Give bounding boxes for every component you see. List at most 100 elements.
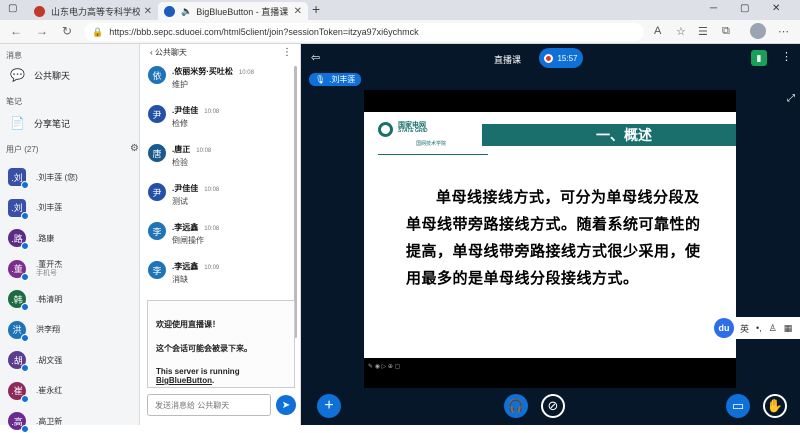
user-list-item[interactable]: .韩 .韩清明 <box>8 288 136 311</box>
forward-icon[interactable]: → <box>36 24 48 38</box>
url-bar[interactable]: 🔒 https://bbb.sepc.sduoei.com/html5clien… <box>84 23 644 41</box>
read-aloud-icon[interactable]: A <box>654 25 661 37</box>
user-list-item[interactable]: .高 .高卫新 <box>8 410 136 433</box>
browser-titlebar: ▢ 山东电力高等专科学校 ✕ 🔈 BigBlueButton - 直播课 - D… <box>0 0 800 20</box>
bbb-favicon-icon <box>164 5 175 17</box>
logo-en: STATE GRID <box>398 128 428 134</box>
user-name: .高卫新 <box>36 417 62 426</box>
user-list-item[interactable]: 洪洪李翔 <box>8 319 136 342</box>
back-icon[interactable]: ← <box>10 24 22 38</box>
raise-hand-button[interactable]: ✋ <box>763 394 787 418</box>
message-time: 10:09 <box>204 265 220 271</box>
welcome-message: 欢迎使用直播课！ 这个会话可能会被录下来。 This server is run… <box>147 300 295 388</box>
chat-message-input[interactable] <box>147 394 271 416</box>
session-options-icon[interactable]: ⋮ <box>781 50 792 63</box>
profile-avatar[interactable] <box>750 23 766 39</box>
speaker-icon[interactable]: 🔈 <box>181 6 192 17</box>
user-settings-gear-icon[interactable]: ⚙ <box>130 143 139 154</box>
shared-notes-item[interactable]: 📄 分享笔记 <box>10 116 70 130</box>
address-toolbar: ← → ↻ 🔒 https://bbb.sepc.sduoei.com/html… <box>0 20 800 44</box>
chat-message: 尹 .尹佳佳 10:08 测试 <box>148 183 290 217</box>
browser-menu-icon[interactable]: ⋯ <box>778 25 789 38</box>
user-name-text: .高卫新 <box>36 416 63 426</box>
tab-bigbluebutton[interactable]: 🔈 BigBlueButton - 直播课 - Dire ✕ <box>158 2 308 20</box>
user-avatar: .董 <box>8 259 29 281</box>
chat-avatar: 李 <box>148 222 166 240</box>
ime-user-icon[interactable]: ♙ <box>769 323 777 334</box>
welcome-line: 欢迎使用直播课！ <box>156 320 220 329</box>
ime-toolbar[interactable]: du 英 •, ♙ ▦ <box>714 317 800 339</box>
user-name: .崔永红 <box>36 386 62 395</box>
favorites-list-icon[interactable]: ☰ <box>698 25 708 38</box>
chat-scrollbar[interactable] <box>294 66 297 338</box>
chat-message: 依 .依丽米努·买吐松 10:08 维护 <box>148 66 290 100</box>
message-text: 倒闸操作 <box>172 236 204 245</box>
room-title: 直播课 <box>494 55 522 65</box>
ime-language[interactable]: 英 <box>740 322 749 335</box>
chat-message: 唐 .唐正 10:08 检验 <box>148 144 290 178</box>
school-favicon-icon <box>34 5 45 17</box>
user-list-item[interactable]: .崔 .崔永红 <box>8 380 136 403</box>
send-message-button[interactable]: ➤ <box>276 395 296 415</box>
close-tab-icon[interactable]: ✕ <box>144 6 152 17</box>
tab-actions-icon[interactable]: ▢ <box>8 3 17 14</box>
baidu-ime-logo[interactable]: du <box>714 318 734 338</box>
recording-indicator[interactable]: 15:57 <box>539 48 583 68</box>
microphone-icon: 🎙 <box>315 75 326 84</box>
close-tab-icon[interactable]: ✕ <box>294 6 302 17</box>
refresh-icon[interactable]: ↻ <box>62 24 72 38</box>
public-chat-item[interactable]: 💬 公共聊天 <box>10 68 70 82</box>
user-avatar: .刘 <box>8 168 29 189</box>
tab-school[interactable]: 山东电力高等专科学校 ✕ <box>28 2 158 20</box>
fullscreen-icon[interactable]: ⤢ <box>787 93 795 104</box>
chat-avatar: 唐 <box>148 144 166 162</box>
user-name-text: .刘丰莲 <box>36 203 63 212</box>
user-avatar: .路 <box>8 229 29 250</box>
bigbluebutton-link[interactable]: BigBlueButton <box>156 376 212 385</box>
message-time: 10:08 <box>238 70 254 76</box>
chat-options-icon[interactable]: ⋮ <box>282 47 292 58</box>
slide-tools-icon[interactable]: ✎ ◉ ▷ ⊕ ▢ <box>368 363 400 370</box>
message-text: 测试 <box>172 197 188 206</box>
chat-sender: .尹佳佳 10:08 <box>172 183 219 194</box>
chat-sender: .唐正 10:08 <box>172 144 211 155</box>
user-name-text: .崔永红 <box>36 386 63 395</box>
chat-message: 李 .李远鑫 10:08 倒闸操作 <box>148 222 290 256</box>
presence-dot-icon <box>21 242 29 250</box>
collections-icon[interactable]: ⧉ <box>722 25 730 38</box>
actions-add-button[interactable]: + <box>317 394 341 418</box>
chat-header[interactable]: ‹ 公共聊天 <box>150 47 187 58</box>
minimize-icon[interactable]: ─ <box>710 3 717 14</box>
public-chat-label: 公共聊天 <box>34 70 71 81</box>
notes-section-title: 笔记 <box>6 97 22 106</box>
user-name: .胡文强 <box>36 356 62 365</box>
hand-icon: ✋ <box>766 398 784 413</box>
chat-avatar: 李 <box>148 261 166 279</box>
user-list-item[interactable]: .路 .路康 <box>8 227 136 250</box>
user-list-item[interactable]: .胡 .胡文强 <box>8 349 136 372</box>
state-grid-logo-icon <box>378 122 393 137</box>
user-list-item[interactable]: .董 .董开杰 手机号 <box>8 258 136 281</box>
audio-headset-button[interactable]: 🎧 <box>504 394 528 418</box>
close-window-icon[interactable]: ✕ <box>772 3 780 14</box>
new-tab-icon[interactable]: + <box>312 1 320 17</box>
maximize-icon[interactable]: ▢ <box>740 3 749 14</box>
chat-avatar: 尹 <box>148 183 166 201</box>
user-list-item[interactable]: .刘 .刘丰莲 <box>8 197 136 220</box>
user-name-text: .胡文强 <box>36 355 63 365</box>
user-avatar: .高 <box>8 412 29 433</box>
user-name: .刘丰莲 <box>36 203 62 212</box>
camera-off-button[interactable]: ⊘ <box>541 394 565 418</box>
presentation-toggle-button[interactable]: ▭ <box>726 394 750 418</box>
user-name-text: .刘丰莲 (您) <box>36 172 78 182</box>
connection-status-icon[interactable]: ▮ <box>751 50 767 66</box>
leave-session-icon[interactable]: ⇦ <box>311 51 320 64</box>
ime-grid-icon[interactable]: ▦ <box>784 323 793 334</box>
user-list-item[interactable]: .刘 .刘丰莲 (您) <box>8 166 136 189</box>
presence-dot-icon <box>21 211 29 220</box>
favorite-icon[interactable]: ☆ <box>676 25 686 38</box>
recording-notice: 这个会话可能会被录下来。 <box>156 344 252 353</box>
ime-punctuation-icon[interactable]: •, <box>756 323 762 333</box>
presence-dot-icon <box>21 181 29 189</box>
presentation-slide: 国家电网 STATE GRID 国网技术学院 一、概述 单母线接线方式，可分为单… <box>364 90 736 388</box>
